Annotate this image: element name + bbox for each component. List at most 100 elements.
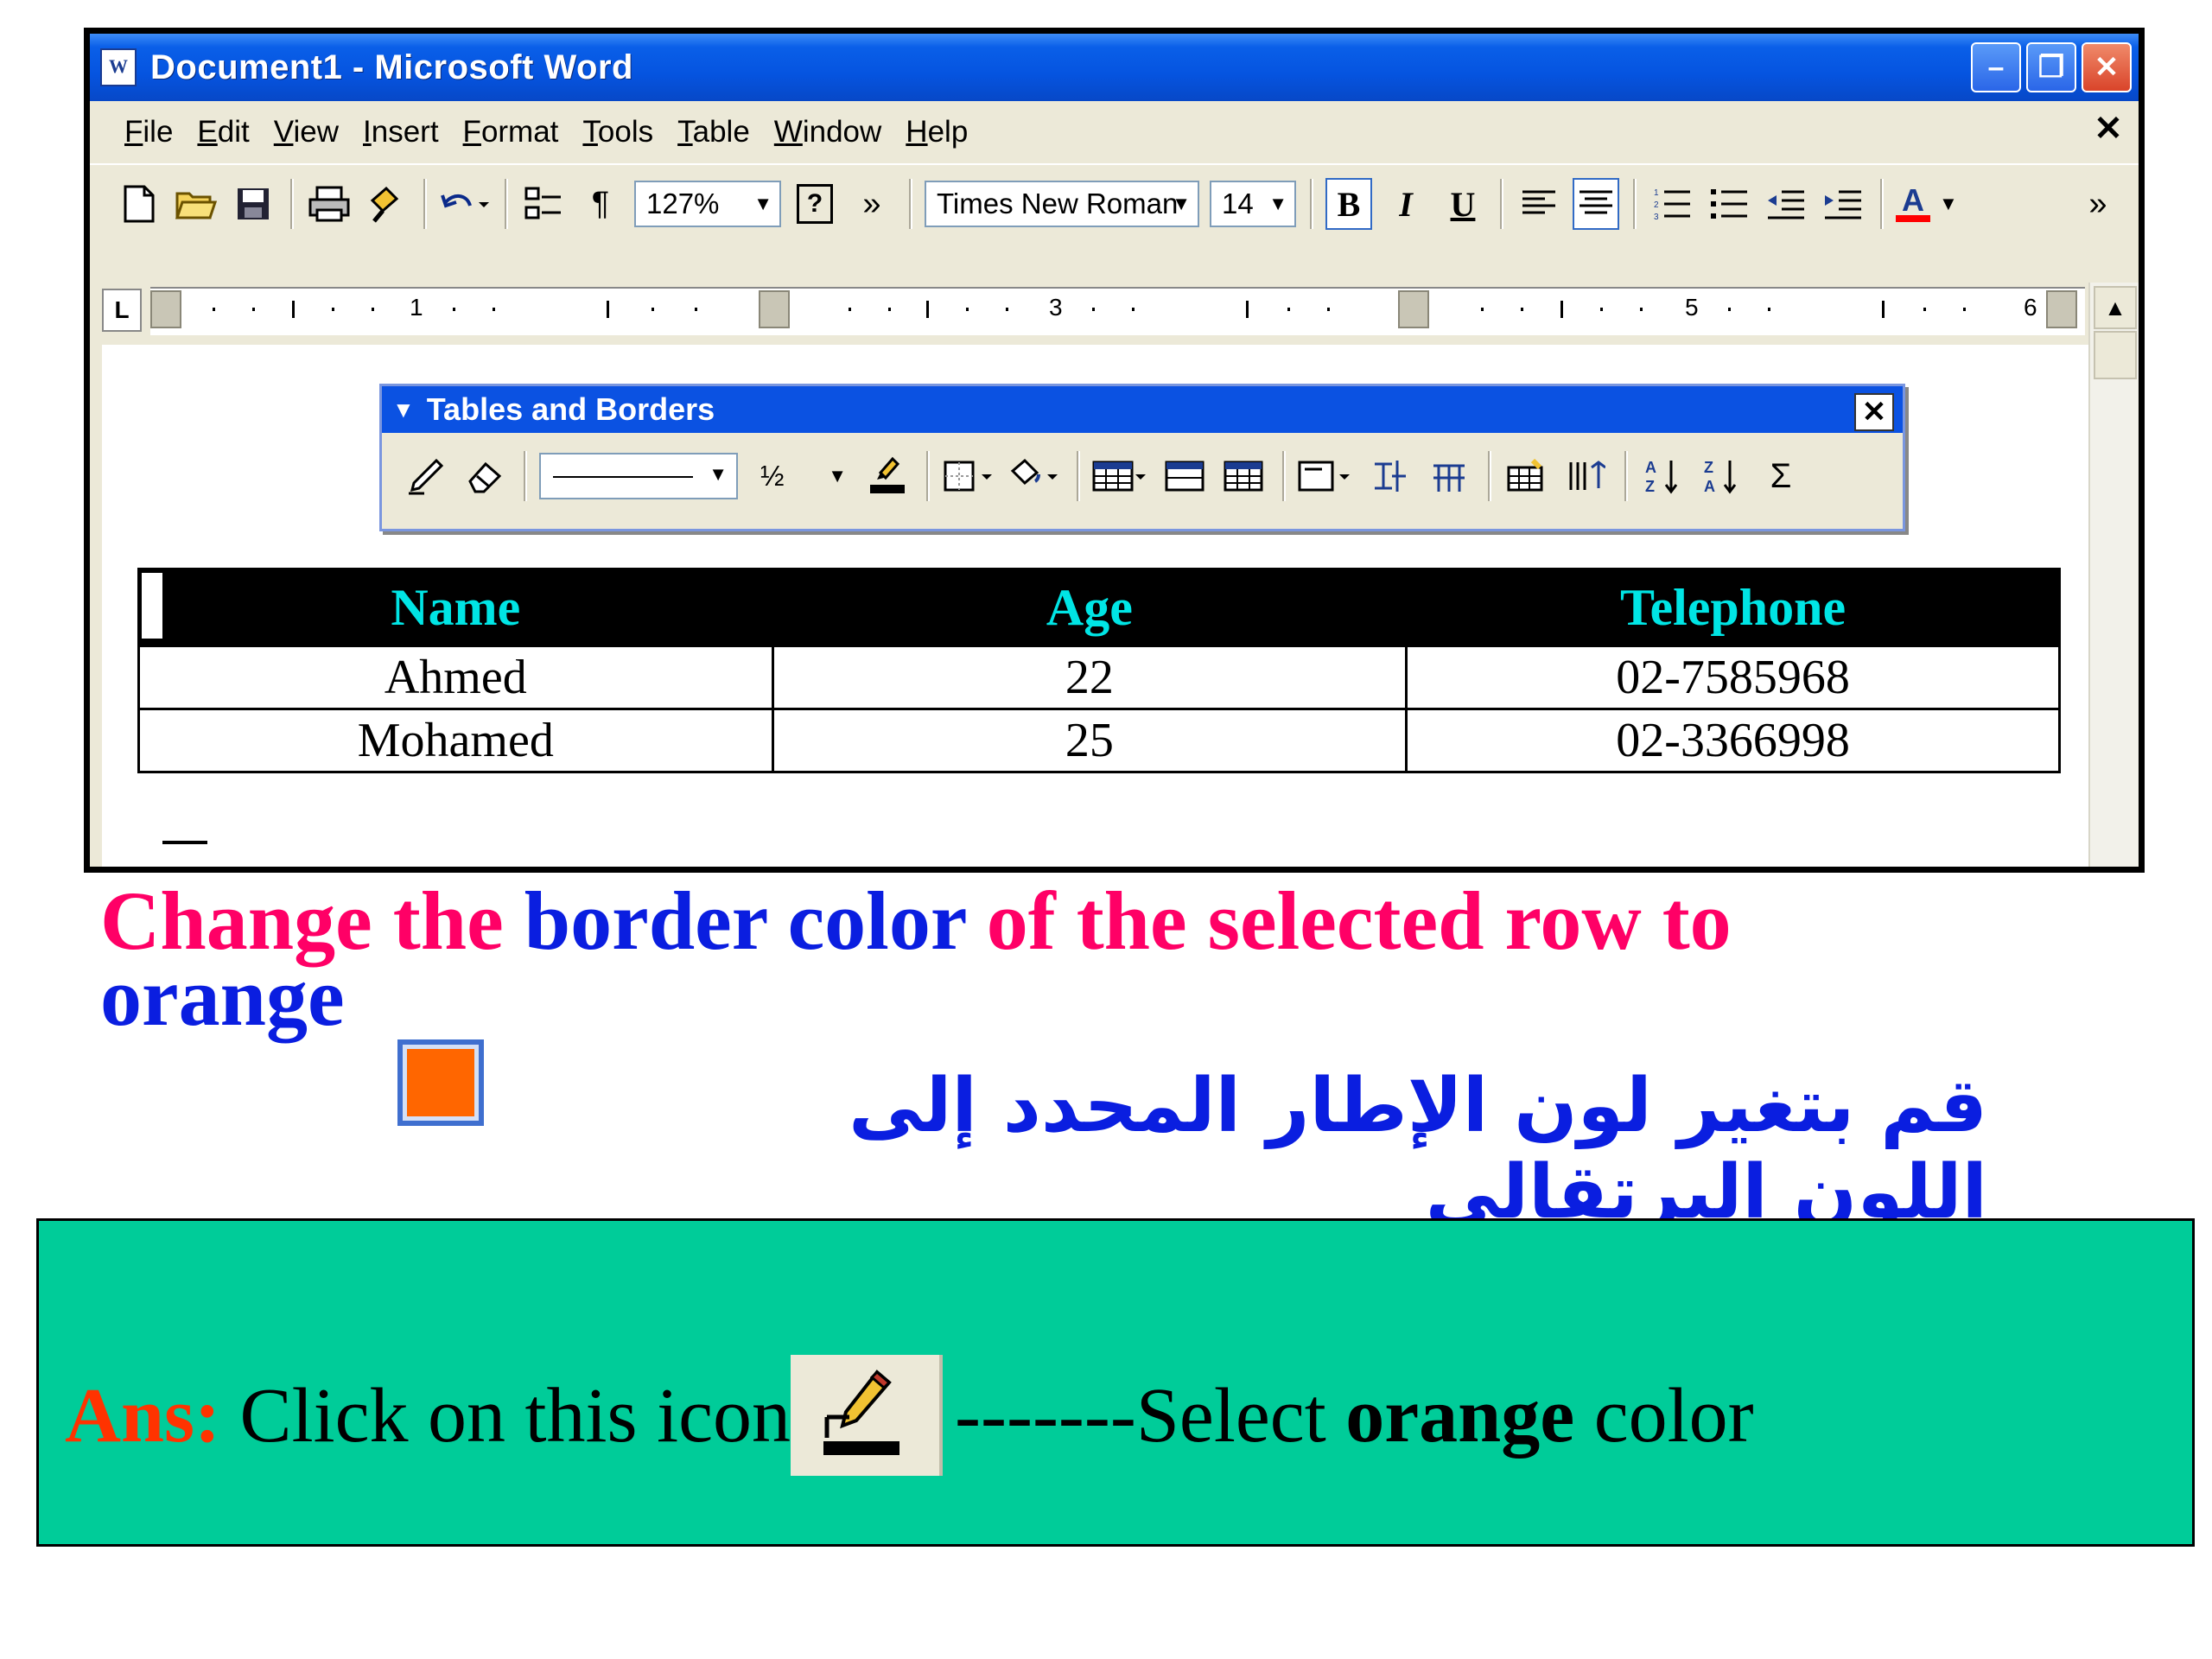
word-window: W Document1 - Microsoft Word – ❐ ✕ File …: [84, 28, 2145, 873]
split-cells-icon[interactable]: [1220, 450, 1267, 502]
document-map-icon[interactable]: [520, 178, 567, 230]
column-header-age[interactable]: Age: [771, 568, 1408, 647]
tab-selector[interactable]: L: [102, 289, 142, 332]
menu-edit[interactable]: Edit: [197, 115, 249, 149]
vertical-scrollbar[interactable]: ▲: [2088, 283, 2139, 867]
zoom-combo[interactable]: 127% ▼: [634, 181, 781, 227]
ruler-tick: [1246, 301, 1249, 318]
tables-borders-close-button[interactable]: ✕: [1854, 393, 1894, 431]
change-text-direction-icon[interactable]: [1562, 450, 1609, 502]
column-header-telephone[interactable]: Telephone: [1405, 568, 2061, 647]
svg-text:3: 3: [1654, 213, 1659, 221]
line-style-combo[interactable]: ▼: [539, 453, 738, 499]
menu-format[interactable]: Format: [463, 115, 559, 149]
print-icon[interactable]: [306, 178, 353, 230]
toolbar-separator: [290, 179, 294, 229]
menu-table[interactable]: Table: [677, 115, 750, 149]
merge-cells-icon[interactable]: [1161, 450, 1208, 502]
column-marker[interactable]: [1398, 290, 1429, 328]
close-window-button[interactable]: ✕: [2082, 42, 2132, 92]
menu-insert[interactable]: Insert: [363, 115, 439, 149]
toolbar-options-arrow-icon[interactable]: ▼: [392, 397, 415, 423]
eraser-icon[interactable]: [461, 450, 508, 502]
help-icon[interactable]: ?: [791, 178, 838, 230]
align-top-left-icon[interactable]: [1298, 450, 1355, 502]
menu-help[interactable]: Help: [906, 115, 968, 149]
align-center-icon[interactable]: [1573, 178, 1619, 230]
undo-icon[interactable]: [439, 178, 491, 230]
toolbar-options-icon[interactable]: »: [2075, 178, 2121, 230]
autosum-icon[interactable]: Σ: [1758, 450, 1804, 502]
shading-color-icon[interactable]: [1007, 450, 1061, 502]
distribute-rows-icon[interactable]: [1367, 450, 1414, 502]
table-row[interactable]: Mohamed 25 02-3366998: [137, 708, 2061, 773]
menu-file[interactable]: File: [124, 115, 173, 149]
new-document-icon[interactable]: [116, 178, 162, 230]
ruler-tick: [1287, 308, 1290, 311]
horizontal-ruler[interactable]: 1 3 5 6: [150, 287, 2085, 335]
menu-tools[interactable]: Tools: [582, 115, 653, 149]
table-cell[interactable]: 02-7585968: [1405, 645, 2061, 710]
insert-table-icon[interactable]: [1092, 450, 1149, 502]
ruler-tick: [966, 308, 969, 311]
numbering-icon[interactable]: 1 2 3: [1649, 178, 1695, 230]
menu-view[interactable]: View: [274, 115, 339, 149]
increase-indent-icon[interactable]: [1820, 178, 1866, 230]
font-size-combo[interactable]: 14 ▼: [1210, 181, 1296, 227]
distribute-columns-icon[interactable]: [1426, 450, 1472, 502]
border-color-icon[interactable]: [864, 450, 911, 502]
indent-marker[interactable]: [150, 290, 181, 328]
table-cell[interactable]: Mohamed: [137, 708, 774, 773]
table-row[interactable]: Ahmed 22 02-7585968: [137, 645, 2061, 710]
open-folder-icon[interactable]: [173, 178, 219, 230]
column-marker[interactable]: [2046, 290, 2077, 328]
tables-borders-title-bar[interactable]: ▼ Tables and Borders: [382, 386, 1903, 433]
minimize-button[interactable]: –: [1971, 42, 2021, 92]
word-app-icon[interactable]: W: [100, 48, 137, 86]
instruction-text: Change the border color of the selected …: [100, 880, 2088, 1039]
close-document-button[interactable]: ✕: [2087, 106, 2130, 151]
table-cell[interactable]: 02-3366998: [1405, 708, 2061, 773]
table-autoformat-icon[interactable]: [1503, 450, 1550, 502]
italic-button[interactable]: I: [1382, 178, 1429, 230]
restore-button[interactable]: ❐: [2026, 42, 2076, 92]
scroll-up-arrow-icon[interactable]: ▲: [2094, 286, 2137, 329]
underline-button[interactable]: U: [1440, 178, 1486, 230]
scroll-thumb[interactable]: [2094, 331, 2137, 379]
table-cell[interactable]: 22: [771, 645, 1408, 710]
show-hide-formatting-icon[interactable]: ¶: [577, 178, 624, 230]
font-name-combo[interactable]: Times New Roman ▼: [925, 181, 1199, 227]
bold-button[interactable]: B: [1325, 178, 1372, 230]
toolbar-separator: [505, 179, 508, 229]
save-icon[interactable]: [230, 178, 276, 230]
draw-table-pencil-icon[interactable]: [403, 450, 449, 502]
arabic-instruction: قم بتغير لون الإطار المحدد إلى اللون الب…: [849, 1063, 1987, 1236]
align-left-icon[interactable]: [1516, 178, 1562, 230]
line-weight-combo[interactable]: ½ ▼: [750, 453, 854, 499]
table-cell[interactable]: 25: [771, 708, 1408, 773]
outside-border-icon[interactable]: [942, 450, 995, 502]
title-bar[interactable]: W Document1 - Microsoft Word – ❐ ✕: [90, 34, 2139, 101]
toolbar-separator: [1282, 451, 1286, 501]
tables-and-borders-toolbar: ▼ Tables and Borders ✕ ▼ ½ ▼ A Z Z A Σ: [379, 384, 1905, 531]
sort-ascending-icon[interactable]: AZ: [1640, 450, 1687, 502]
ruler-tick: [1728, 308, 1731, 311]
orange-color-swatch: [397, 1039, 484, 1126]
bullets-icon[interactable]: [1706, 178, 1752, 230]
sort-descending-icon[interactable]: ZA: [1699, 450, 1745, 502]
more-buttons-icon[interactable]: »: [849, 178, 895, 230]
column-marker[interactable]: [759, 290, 790, 328]
table-cell[interactable]: Ahmed: [137, 645, 774, 710]
decrease-indent-icon[interactable]: [1763, 178, 1809, 230]
ruler-tick: [1092, 308, 1095, 311]
chevron-down-icon: ▼: [1268, 193, 1287, 214]
line-weight-value: ½: [760, 460, 785, 492]
menu-window[interactable]: Window: [774, 115, 882, 149]
font-color-icon[interactable]: A ▼: [1896, 178, 1958, 230]
toolbar-separator: [1624, 451, 1628, 501]
line-style-preview: [553, 476, 693, 478]
column-header-name[interactable]: Name: [137, 568, 774, 647]
selected-header-row[interactable]: Name Age Telephone: [137, 568, 2061, 647]
ruler-tick: [1006, 308, 1008, 311]
format-painter-icon[interactable]: [363, 178, 410, 230]
